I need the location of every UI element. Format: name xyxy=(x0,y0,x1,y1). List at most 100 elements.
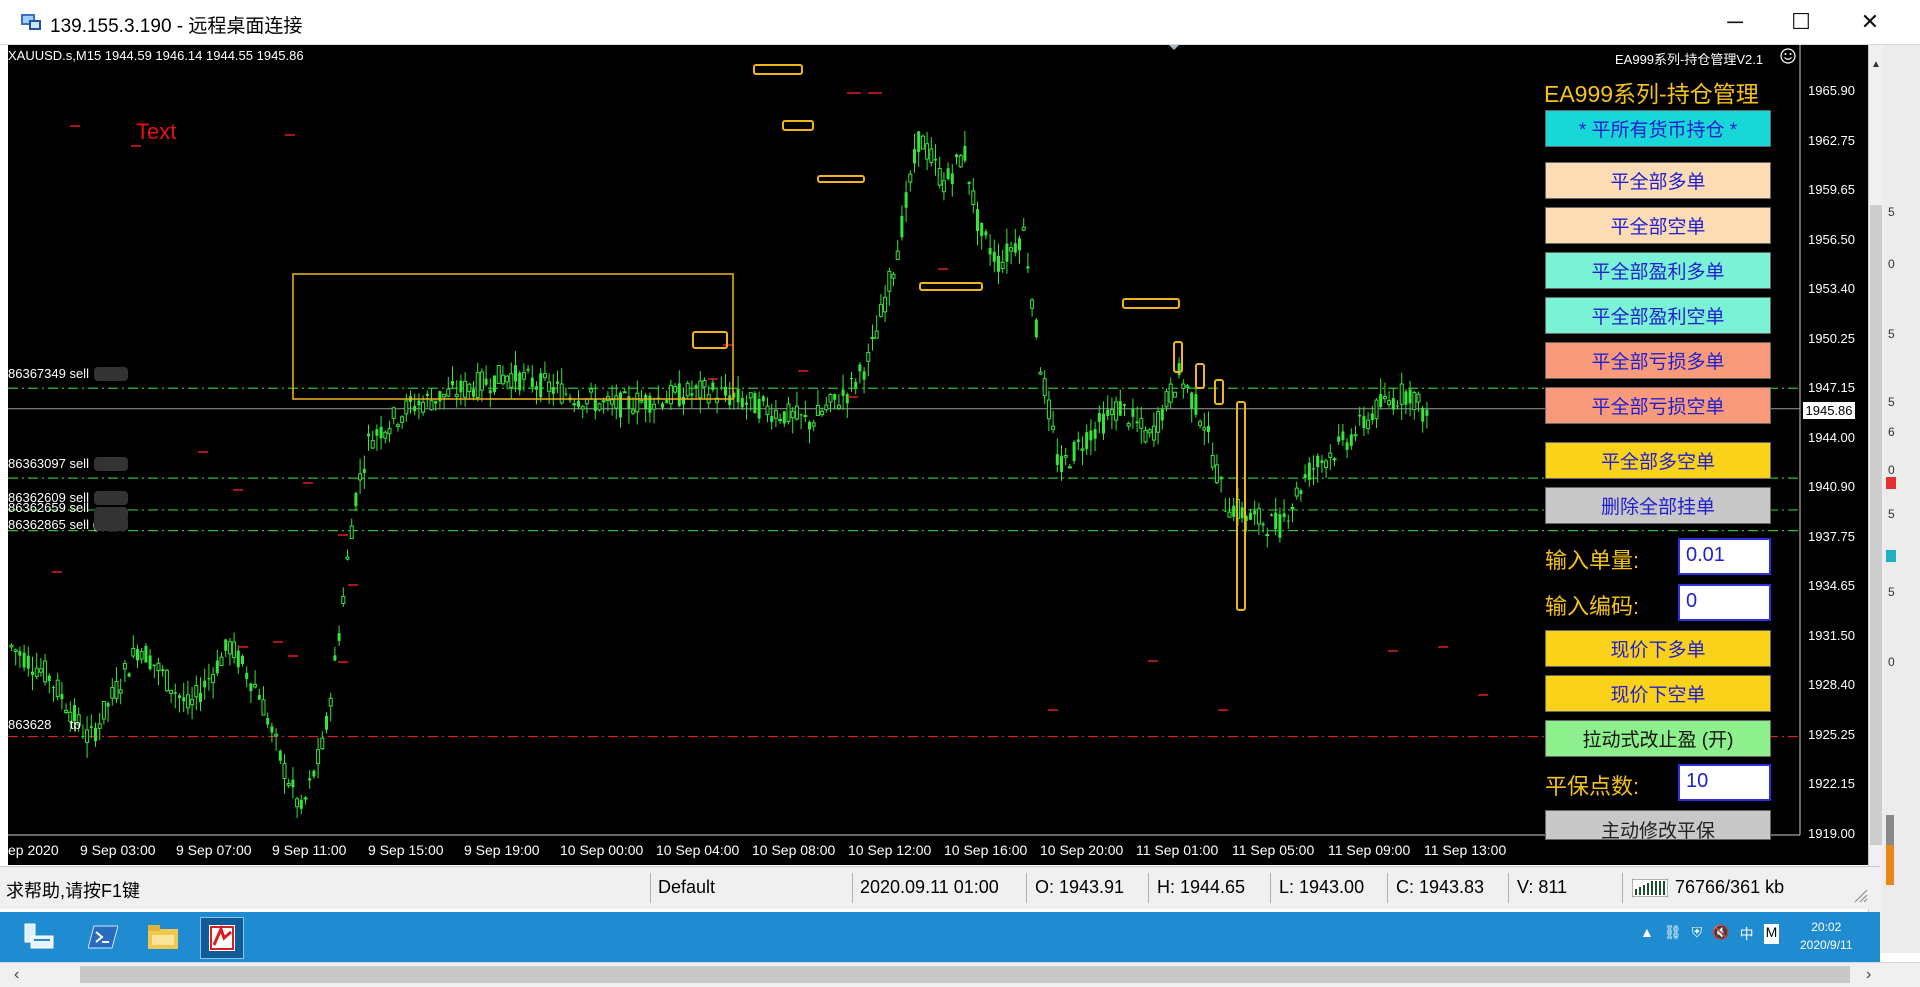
candle-body xyxy=(1399,383,1404,405)
mt4-terminal-icon[interactable] xyxy=(200,917,244,959)
system-tray: ▲ ⛓ ⛨ 🔇 中 M xyxy=(1640,924,1780,944)
candle-body xyxy=(1076,439,1080,443)
candle-body xyxy=(635,392,640,413)
scroll-left-icon[interactable]: ‹ xyxy=(14,966,19,984)
clock-date: 2020/9/11 xyxy=(1800,938,1853,952)
price-axis-label: 1944.00 xyxy=(1808,430,1855,445)
candle-body xyxy=(13,649,18,653)
candle-body xyxy=(1227,511,1232,518)
horizontal-scrollbar[interactable]: ‹ › xyxy=(0,962,1920,987)
close-loss-long-button[interactable]: 平全部亏损多单 xyxy=(1545,342,1771,379)
minimize-button[interactable]: ─ xyxy=(1705,0,1765,44)
breakeven-points-input[interactable]: 10 xyxy=(1678,764,1771,801)
candle-body xyxy=(367,433,370,437)
market-buy-button[interactable]: 现价下多单 xyxy=(1545,630,1771,667)
candle-body xyxy=(257,694,261,700)
time-axis-label: 9 Sep 19:00 xyxy=(464,842,540,858)
candle-body xyxy=(1316,455,1320,468)
server-manager-icon[interactable] xyxy=(18,917,60,957)
candle-body xyxy=(52,687,55,689)
close-all-currency-button[interactable]: * 平所有货币持仓 * xyxy=(1545,110,1771,147)
close-all-long-button[interactable]: 平全部多单 xyxy=(1545,162,1771,199)
tray-expand-icon[interactable]: ▲ xyxy=(1640,924,1654,944)
close-all-short-button[interactable]: 平全部空单 xyxy=(1545,207,1771,244)
resize-grip-icon[interactable] xyxy=(1852,887,1868,903)
candle-body xyxy=(454,393,459,398)
powershell-icon[interactable] xyxy=(82,917,124,957)
candle-body xyxy=(580,406,585,410)
close-profit-short-button[interactable]: 平全部盈利空单 xyxy=(1545,297,1771,334)
candle-body xyxy=(337,633,341,641)
price-chart[interactable]: XAUUSD.s,M15 1944.59 1946.14 1944.55 194… xyxy=(8,45,1868,865)
candle-body xyxy=(593,398,597,412)
lot-size-input[interactable]: 0.01 xyxy=(1678,538,1771,575)
candle-body xyxy=(325,715,328,730)
network-icon[interactable]: ⛓ xyxy=(1664,924,1682,944)
taskbar: ▲ ⛓ ⛨ 🔇 中 M 20:02 2020/9/11 xyxy=(0,912,1880,962)
candle-body xyxy=(891,273,896,279)
candle-body xyxy=(249,683,253,692)
candle-body xyxy=(47,675,51,682)
candle-body xyxy=(728,395,732,406)
candle-body xyxy=(542,373,547,379)
candle-body xyxy=(224,639,228,651)
close-loss-short-button[interactable]: 平全部亏损空单 xyxy=(1545,387,1771,424)
candle-body xyxy=(417,400,421,406)
candle-body xyxy=(1290,507,1295,510)
candle-body xyxy=(652,403,657,410)
candle-body xyxy=(1219,476,1223,480)
candle-body xyxy=(1408,389,1412,404)
maximize-button[interactable]: ☐ xyxy=(1771,0,1831,44)
candle-body xyxy=(1109,409,1114,416)
modify-breakeven-button[interactable]: 主动修改平保 xyxy=(1545,810,1771,842)
scrollbar-thumb[interactable] xyxy=(80,966,1850,983)
order-label: 86362865 sell ( xyxy=(8,517,97,532)
close-all-long-short-button[interactable]: 平全部多空单 xyxy=(1545,442,1771,479)
candle-body xyxy=(1072,441,1076,462)
security-icon[interactable]: ⛨ xyxy=(1692,924,1703,944)
candle-body xyxy=(946,168,950,180)
candle-body xyxy=(232,641,237,658)
taskbar-clock[interactable]: 20:02 2020/9/11 xyxy=(1800,918,1853,954)
candle-body xyxy=(1160,408,1164,421)
candle-body xyxy=(270,726,274,733)
candle-body xyxy=(887,270,892,292)
ime-mode-indicator[interactable]: M xyxy=(1763,924,1780,944)
candle-body xyxy=(241,655,244,665)
close-profit-long-button[interactable]: 平全部盈利多单 xyxy=(1545,252,1771,289)
file-explorer-icon[interactable] xyxy=(142,917,184,957)
delete-pending-orders-button[interactable]: 删除全部挂单 xyxy=(1545,487,1771,524)
time-axis-label: 11 Sep 13:00 xyxy=(1424,842,1507,858)
candle-body xyxy=(1274,512,1278,530)
candle-body xyxy=(1210,455,1215,468)
candle-body xyxy=(312,770,316,777)
candle-body xyxy=(941,180,946,193)
candle-body xyxy=(950,173,954,184)
candle-body xyxy=(345,556,350,560)
candle-body xyxy=(1185,385,1190,388)
code-input[interactable]: 0 xyxy=(1678,584,1771,621)
market-sell-button[interactable]: 现价下空单 xyxy=(1545,675,1771,712)
current-price-label: 1945.86 xyxy=(1803,402,1855,419)
candle-body xyxy=(786,403,791,423)
high-marker-box xyxy=(817,175,865,183)
candle-body xyxy=(1256,508,1261,525)
ime-indicator[interactable]: 中 xyxy=(1740,924,1754,944)
candle-body xyxy=(1404,391,1408,405)
scroll-right-icon[interactable]: › xyxy=(1866,966,1871,984)
candle-body xyxy=(748,392,753,399)
trailing-tp-toggle[interactable]: 拉动式改止盈 (开) xyxy=(1545,720,1771,757)
candle-body xyxy=(799,414,803,416)
candle-body xyxy=(429,400,434,411)
candle-body xyxy=(354,492,358,507)
chart-text-object[interactable]: Text xyxy=(136,119,176,145)
candle-body xyxy=(971,190,976,205)
close-button[interactable]: ✕ xyxy=(1840,0,1900,44)
candle-body xyxy=(1396,405,1399,407)
time-axis-label: ep 2020 xyxy=(8,842,59,858)
price-axis-label: 1922.15 xyxy=(1808,776,1855,791)
price-axis-label: 1928.40 xyxy=(1808,677,1855,692)
code-label: 输入编码: xyxy=(1545,594,1640,619)
volume-icon[interactable]: 🔇 xyxy=(1712,924,1729,944)
candle-body xyxy=(1421,408,1425,422)
